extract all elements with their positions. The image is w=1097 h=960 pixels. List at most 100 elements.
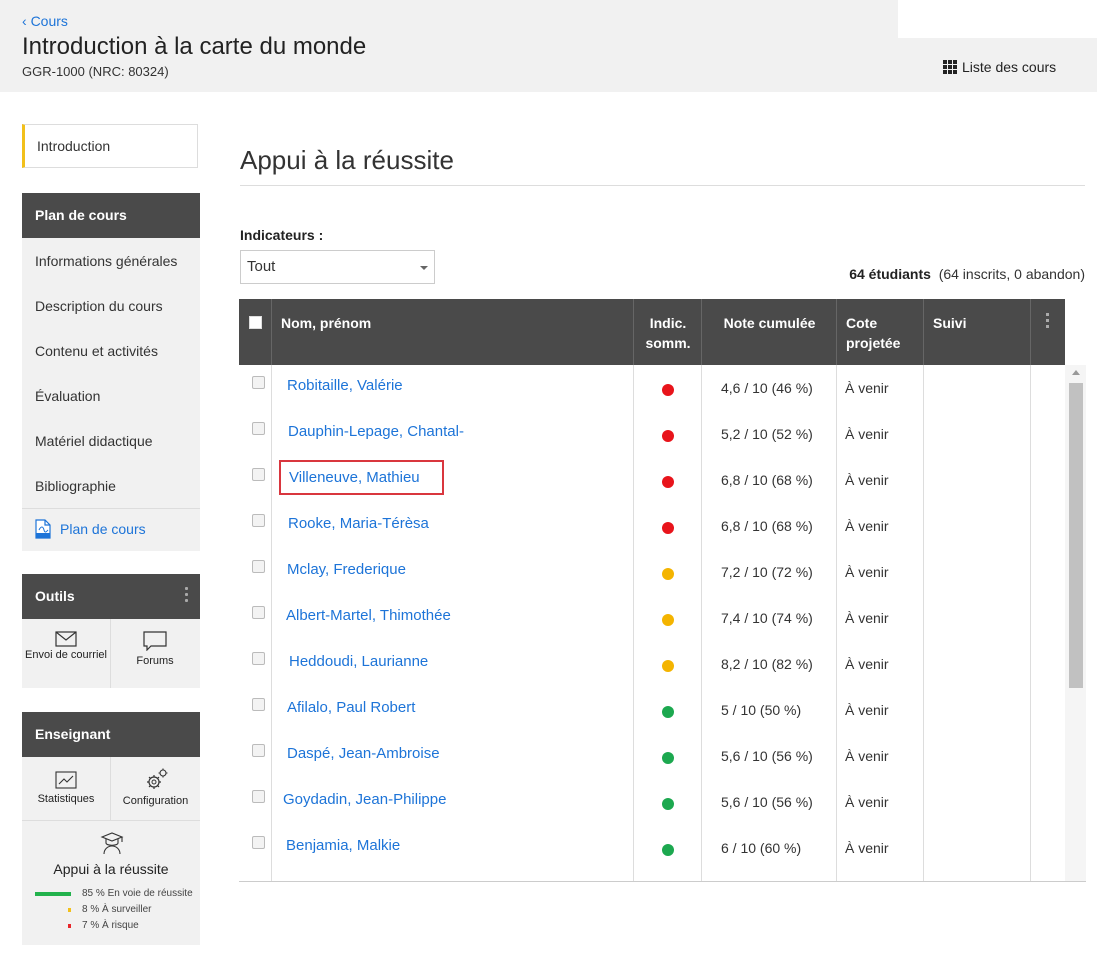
success-support-link[interactable]: Appui à la réussite 85 % En voie de réus… <box>22 821 200 945</box>
success-bar <box>35 892 71 896</box>
highlight-box <box>279 460 444 495</box>
email-label: Envoi de courriel <box>25 649 107 661</box>
course-code: GGR-1000 (NRC: 80324) <box>22 64 169 79</box>
course-header: ‹ Cours Introduction à la carte du monde… <box>0 0 1097 92</box>
row-checkbox[interactable] <box>252 514 265 527</box>
plan-pdf-label: Plan de cours <box>60 521 146 537</box>
projected-grade: À venir <box>845 380 889 396</box>
column-menu[interactable] <box>1030 299 1065 365</box>
configuration-button[interactable]: Configuration <box>111 757 200 821</box>
student-name-link[interactable]: Daspé, Jean-Ambroise <box>287 745 440 762</box>
forums-label: Forums <box>136 655 174 667</box>
student-name-link[interactable]: Benjamia, Malkie <box>286 837 400 854</box>
row-checkbox[interactable] <box>252 560 265 573</box>
projected-grade: À venir <box>845 472 889 488</box>
grade-value: 6,8 / 10 (68 %) <box>721 472 813 488</box>
projected-grade: À venir <box>845 564 889 580</box>
breakdown-percent: 7 % <box>82 920 100 931</box>
course-list-link[interactable]: Liste des cours <box>943 59 1056 75</box>
student-name-link[interactable]: Dauphin-Lepage, Chantal- <box>288 423 464 440</box>
scrollbar[interactable] <box>1065 365 1086 881</box>
graduate-icon <box>100 832 124 855</box>
student-name-link[interactable]: Mclay, Frederique <box>287 561 406 578</box>
indicators-label: Indicateurs : <box>240 227 324 243</box>
status-dot <box>662 568 674 580</box>
student-name-link[interactable]: Afilalo, Paul Robert <box>287 699 415 716</box>
student-name-link[interactable]: Heddoudi, Laurianne <box>289 653 428 670</box>
back-link-label: Cours <box>30 13 68 29</box>
row-checkbox[interactable] <box>252 790 265 803</box>
column-name[interactable]: Nom, prénom <box>271 299 634 365</box>
tools-heading: Outils <box>22 574 200 619</box>
table-row: Afilalo, Paul Robert 5 / 10 (50 %) À venir <box>239 687 1065 733</box>
status-dot <box>662 384 674 396</box>
column-indicator-line1: Indic. <box>649 315 687 331</box>
column-projected-line2: projetée <box>846 335 901 351</box>
row-checkbox[interactable] <box>252 836 265 849</box>
table-row: Benjamia, Malkie 6 / 10 (60 %) À venir <box>239 825 1065 871</box>
projected-grade: À venir <box>845 518 889 534</box>
statistics-button[interactable]: Statistiques <box>22 757 111 821</box>
projected-grade: À venir <box>845 840 889 856</box>
grade-value: 5,2 / 10 (52 %) <box>721 426 813 442</box>
course-list-label: Liste des cours <box>962 59 1057 75</box>
chevron-left-icon: ‹ <box>22 13 27 29</box>
scrollbar-thumb[interactable] <box>1069 383 1083 688</box>
row-checkbox[interactable] <box>252 422 265 435</box>
scroll-up-arrow-icon[interactable] <box>1072 370 1080 375</box>
success-support-label: Appui à la réussite <box>53 861 169 877</box>
back-link[interactable]: ‹ Cours <box>22 13 68 29</box>
column-projected[interactable]: Cote projetée <box>836 299 924 365</box>
column-indicator[interactable]: Indic. somm. <box>633 299 702 365</box>
student-name-link[interactable]: Goydadin, Jean-Philippe <box>283 791 446 808</box>
tools-panel: Envoi de courriel Forums <box>22 619 200 688</box>
plan-menu: Informations générales Description du co… <box>22 238 200 551</box>
email-button[interactable]: Envoi de courriel <box>22 619 111 688</box>
grade-value: 5,6 / 10 (56 %) <box>721 794 813 810</box>
row-checkbox[interactable] <box>252 376 265 389</box>
forums-button[interactable]: Forums <box>111 619 199 688</box>
select-all-cell <box>239 299 272 365</box>
student-name-link[interactable]: Robitaille, Valérie <box>287 377 403 394</box>
sidebar-item-materials[interactable]: Matériel didactique <box>35 433 153 449</box>
indicators-select[interactable]: Tout <box>240 250 435 284</box>
sidebar-item-description[interactable]: Description du cours <box>35 298 163 314</box>
breakdown-text: 7 % À risque <box>82 920 139 932</box>
table-row: Heddoudi, Laurianne 8,2 / 10 (82 %) À veni… <box>239 641 1065 687</box>
sidebar-item-bibliography[interactable]: Bibliographie <box>35 478 116 494</box>
grade-value: 5,6 / 10 (56 %) <box>721 748 813 764</box>
sidebar-item-general-info[interactable]: Informations générales <box>35 253 177 269</box>
indicators-selected-value: Tout <box>247 258 276 275</box>
select-all-checkbox[interactable] <box>249 316 262 329</box>
table-row: Rooke, Maria-Térèsa 6,8 / 10 (68 %) À veni… <box>239 503 1065 549</box>
sidebar-item-content[interactable]: Contenu et activités <box>35 343 158 359</box>
status-dot <box>662 844 674 856</box>
statistics-label: Statistiques <box>37 793 95 805</box>
breakdown-label: À surveiller <box>102 904 152 915</box>
row-checkbox[interactable] <box>252 606 265 619</box>
plan-heading: Plan de cours <box>22 193 200 238</box>
row-checkbox[interactable] <box>252 698 265 711</box>
column-grade[interactable]: Note cumulée <box>701 299 837 365</box>
row-checkbox[interactable] <box>252 652 265 665</box>
status-dot <box>662 706 674 718</box>
table-row: Daspé, Jean-Ambroise 5,6 / 10 (56 %) À ven… <box>239 733 1065 779</box>
sidebar-item-introduction[interactable]: Introduction <box>22 124 198 168</box>
kebab-menu-icon[interactable] <box>185 587 188 605</box>
sidebar-item-evaluation[interactable]: Évaluation <box>35 388 100 404</box>
student-name-link[interactable]: Albert-Martel, Thimothée <box>286 607 451 624</box>
projected-grade: À venir <box>845 426 889 442</box>
row-checkbox[interactable] <box>252 744 265 757</box>
row-checkbox[interactable] <box>252 468 265 481</box>
status-dot <box>662 752 674 764</box>
student-name-link[interactable]: Rooke, Maria-Térèsa <box>288 515 429 532</box>
status-dot <box>662 430 674 442</box>
status-dot <box>662 476 674 488</box>
column-followup[interactable]: Suivi <box>923 299 1031 365</box>
envelope-icon <box>55 631 77 647</box>
risk-bar <box>68 924 71 928</box>
breakdown-label: À risque <box>102 920 139 931</box>
watch-bar <box>68 908 71 912</box>
plan-pdf-link[interactable]: Plan de cours <box>22 508 200 551</box>
grade-value: 5 / 10 (50 %) <box>721 702 802 718</box>
